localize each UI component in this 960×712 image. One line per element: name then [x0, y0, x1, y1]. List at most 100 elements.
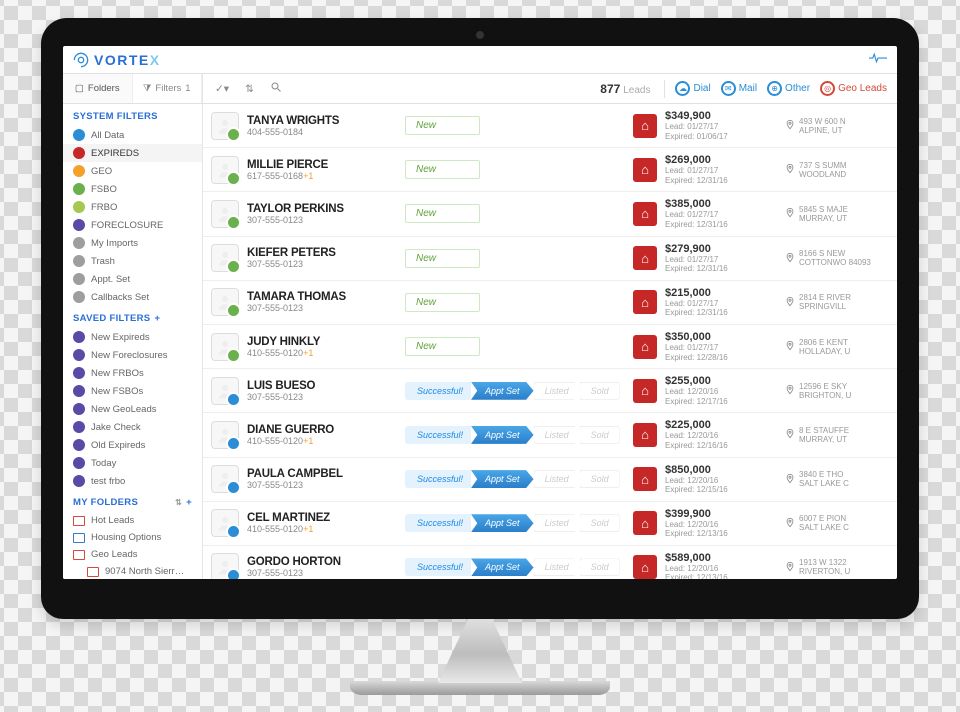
sidebar-item[interactable]: test frbo	[63, 472, 202, 490]
sidebar-item[interactable]: Housing Options	[63, 529, 202, 546]
tab-filters[interactable]: ⧩ Filters 1	[133, 74, 203, 103]
stage-sold[interactable]: Sold	[580, 382, 620, 400]
lead-row[interactable]: JUDY HINKLY 410-555-0120+1 New ⌂ $350,00…	[203, 325, 897, 369]
sidebar-item[interactable]: FRBO	[63, 198, 202, 216]
lead-row[interactable]: KIEFER PETERS 307-555-0123 New ⌂ $279,90…	[203, 237, 897, 281]
add-saved-filter-icon[interactable]: +	[154, 313, 160, 324]
lead-avatar[interactable]	[211, 112, 239, 140]
lead-avatar[interactable]	[211, 377, 239, 405]
status-pipeline: Successful! Appt Set Listed Sold	[405, 470, 620, 488]
lead-status: Successful! Appt Set Listed Sold	[405, 514, 625, 532]
app-logo[interactable]: VORTEX	[73, 52, 161, 68]
lead-row[interactable]: PAULA CAMPBEL 307-555-0123 Successful! A…	[203, 458, 897, 502]
add-folder-icon[interactable]: +	[186, 497, 192, 508]
sidebar-item[interactable]: FORECLOSURE	[63, 216, 202, 234]
lead-address: 2814 E RIVERSPRINGVILL	[785, 293, 889, 311]
lead-row[interactable]: CEL MARTINEZ 410-555-0120+1 Successful! …	[203, 502, 897, 546]
sidebar-item[interactable]: GEO	[63, 162, 202, 180]
lead-row[interactable]: GORDO HORTON 307-555-0123 Successful! Ap…	[203, 546, 897, 579]
lead-row[interactable]: MILLIE PIERCE 617-555-0168+1 New ⌂ $269,…	[203, 148, 897, 192]
stage-appt-set[interactable]: Appt Set	[471, 558, 534, 576]
leads-list[interactable]: TANYA WRIGHTS 404-555-0184 New ⌂ $349,90…	[203, 104, 897, 579]
sidebar-item[interactable]: New GeoLeads	[63, 400, 202, 418]
lead-price: $269,000	[665, 154, 777, 166]
lead-name: JUDY HINKLY	[247, 336, 397, 348]
map-pin-icon	[785, 206, 795, 221]
other-button[interactable]: ⊕Other	[767, 81, 810, 96]
stage-appt-set[interactable]: Appt Set	[471, 470, 534, 488]
lead-avatar[interactable]	[211, 288, 239, 316]
lead-avatar[interactable]	[211, 509, 239, 537]
tab-folders[interactable]: ▢ Folders	[63, 74, 133, 103]
lead-price-block: $350,000 Lead: 01/27/17 Expired: 12/28/1…	[665, 331, 777, 362]
lead-row[interactable]: TAMARA THOMAS 307-555-0123 New ⌂ $215,00…	[203, 281, 897, 325]
geo-leads-button[interactable]: ◎Geo Leads	[820, 81, 887, 96]
sort-folders-icon[interactable]: ⇅	[175, 498, 182, 507]
lead-avatar[interactable]	[211, 553, 239, 579]
lead-row[interactable]: TANYA WRIGHTS 404-555-0184 New ⌂ $349,90…	[203, 104, 897, 148]
search-icon[interactable]	[270, 81, 282, 96]
sidebar-item[interactable]: FSBO	[63, 180, 202, 198]
stage-listed[interactable]: Listed	[534, 470, 580, 488]
stage-listed[interactable]: Listed	[534, 514, 580, 532]
stage-successful[interactable]: Successful!	[405, 558, 471, 576]
sidebar-item[interactable]: Today	[63, 454, 202, 472]
lead-date: Lead: 12/20/16	[665, 476, 777, 486]
filter-icon: ⧩	[143, 83, 151, 94]
lead-avatar[interactable]	[211, 465, 239, 493]
mail-button[interactable]: ✉Mail	[721, 81, 757, 96]
select-all-icon[interactable]: ✓▾	[215, 83, 229, 95]
activity-icon[interactable]	[869, 52, 887, 67]
sidebar-item[interactable]: Trash	[63, 252, 202, 270]
sidebar-item[interactable]: Hot Leads	[63, 512, 202, 529]
stage-appt-set[interactable]: Appt Set	[471, 514, 534, 532]
sort-icon[interactable]: ⇅	[245, 83, 254, 95]
dial-button[interactable]: ☁Dial	[675, 81, 710, 96]
sidebar-subitem[interactable]: 9074 North Sierr…	[63, 563, 202, 579]
stage-listed[interactable]: Listed	[534, 382, 580, 400]
stage-listed[interactable]: Listed	[534, 426, 580, 444]
stage-sold[interactable]: Sold	[580, 558, 620, 576]
lead-row[interactable]: TAYLOR PERKINS 307-555-0123 New ⌂ $385,0…	[203, 192, 897, 236]
lead-phone: 307-555-0123	[247, 215, 397, 225]
sidebar-item[interactable]: Geo Leads	[63, 546, 202, 563]
sidebar-item[interactable]: Jake Check	[63, 418, 202, 436]
lead-address-text: 3840 E THOSALT LAKE C	[799, 470, 849, 488]
status-pipeline: Successful! Appt Set Listed Sold	[405, 426, 620, 444]
stage-successful[interactable]: Successful!	[405, 514, 471, 532]
sidebar-item[interactable]: EXPIREDS	[63, 144, 202, 162]
stage-sold[interactable]: Sold	[580, 514, 620, 532]
stage-successful[interactable]: Successful!	[405, 426, 471, 444]
stage-appt-set[interactable]: Appt Set	[471, 382, 534, 400]
lead-avatar[interactable]	[211, 244, 239, 272]
stage-listed[interactable]: Listed	[534, 558, 580, 576]
sidebar-item-label: New FSBOs	[91, 386, 143, 397]
sidebar[interactable]: SYSTEM FILTERS All DataEXPIREDSGEOFSBOFR…	[63, 104, 203, 579]
stage-appt-set[interactable]: Appt Set	[471, 426, 534, 444]
lead-price: $215,000	[665, 287, 777, 299]
sidebar-item[interactable]: Appt. Set	[63, 270, 202, 288]
sidebar-item[interactable]: Old Expireds	[63, 436, 202, 454]
stage-successful[interactable]: Successful!	[405, 382, 471, 400]
lead-name: TAMARA THOMAS	[247, 291, 397, 303]
sidebar-item[interactable]: New FRBOs	[63, 364, 202, 382]
lead-avatar[interactable]	[211, 200, 239, 228]
saved-filter-icon	[73, 331, 85, 343]
filter-dot-icon	[73, 201, 85, 213]
lead-avatar[interactable]	[211, 333, 239, 361]
stage-sold[interactable]: Sold	[580, 426, 620, 444]
stage-successful[interactable]: Successful!	[405, 470, 471, 488]
sidebar-item[interactable]: All Data	[63, 126, 202, 144]
lead-row[interactable]: DIANE GUERRO 410-555-0120+1 Successful! …	[203, 413, 897, 457]
stage-sold[interactable]: Sold	[580, 470, 620, 488]
sidebar-item[interactable]: New Expireds	[63, 328, 202, 346]
sidebar-item[interactable]: New Foreclosures	[63, 346, 202, 364]
sidebar-item[interactable]: Callbacks Set	[63, 288, 202, 306]
sidebar-item-label: New GeoLeads	[91, 404, 156, 415]
lead-address-text: 8166 S NEWCOTTONWO 84093	[799, 249, 871, 267]
sidebar-item[interactable]: New FSBOs	[63, 382, 202, 400]
lead-avatar[interactable]	[211, 156, 239, 184]
lead-avatar[interactable]	[211, 421, 239, 449]
lead-row[interactable]: LUIS BUESO 307-555-0123 Successful! Appt…	[203, 369, 897, 413]
sidebar-item[interactable]: My Imports	[63, 234, 202, 252]
